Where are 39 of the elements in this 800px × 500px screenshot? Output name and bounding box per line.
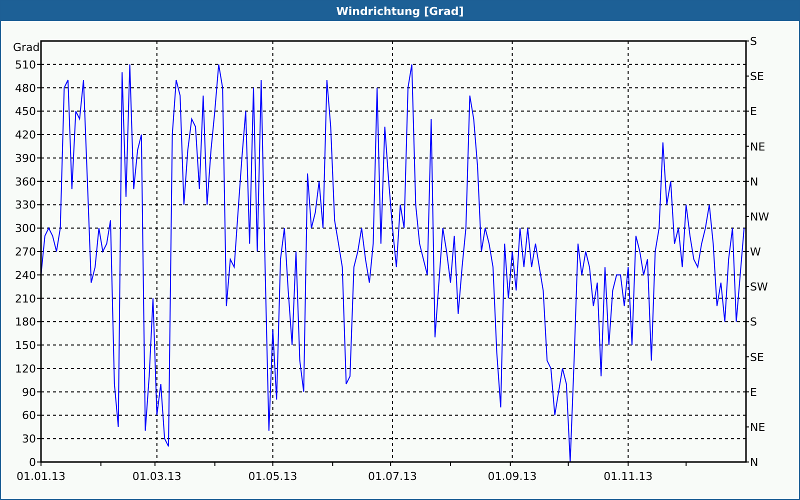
compass-direction-label: S: [750, 316, 757, 329]
compass-direction-label: S: [750, 35, 757, 48]
compass-direction-label: NE: [750, 420, 766, 434]
y-axis-label: 450: [15, 105, 36, 118]
x-axis-label: 01.07.13: [368, 470, 418, 483]
y-axis-label: 60: [22, 409, 36, 422]
compass-direction-label: NE: [750, 140, 766, 154]
x-axis-label: 01.03.13: [132, 470, 182, 483]
y-axis-label: 390: [15, 152, 36, 165]
compass-direction-label: N: [750, 175, 758, 188]
window-title: Windrichtung [Grad]: [336, 4, 464, 18]
compass-direction-label: E: [750, 105, 757, 118]
compass-direction-label: E: [750, 386, 757, 399]
y-axis-label: 0: [29, 456, 36, 469]
y-axis-label: 210: [15, 292, 36, 306]
compass-direction-label: SE: [750, 350, 764, 364]
compass-direction-label: SW: [750, 280, 768, 294]
y-axis-label: 480: [15, 82, 36, 95]
y-axis-label: 270: [15, 246, 36, 258]
y-axis-label: 510: [15, 58, 36, 72]
y-axis-label: 360: [15, 175, 36, 188]
compass-direction-label: NW: [750, 210, 770, 224]
x-axis-label: 01.11.13: [604, 470, 653, 483]
x-axis-label: 01.01.13: [16, 470, 66, 483]
compass-direction-label: W: [750, 246, 761, 258]
y-axis-label: 30: [22, 432, 36, 446]
y-axis-label: 120: [15, 362, 36, 376]
y-axis-label: 330: [15, 198, 36, 212]
x-axis-label: 01.09.13: [488, 470, 537, 483]
y-axis-label: 90: [22, 386, 36, 399]
y-axis-label: 150: [15, 339, 36, 352]
y-axis-label: 240: [15, 268, 36, 282]
y-axis-label: 180: [15, 316, 36, 329]
y-axis-label: 420: [15, 128, 36, 142]
x-axis-label: 01.05.13: [248, 470, 298, 483]
y-axis-label: 300: [15, 222, 36, 236]
compass-direction-label: SE: [750, 70, 764, 84]
y-axis-title: Grad: [13, 41, 40, 54]
compass-direction-label: N: [750, 456, 758, 469]
